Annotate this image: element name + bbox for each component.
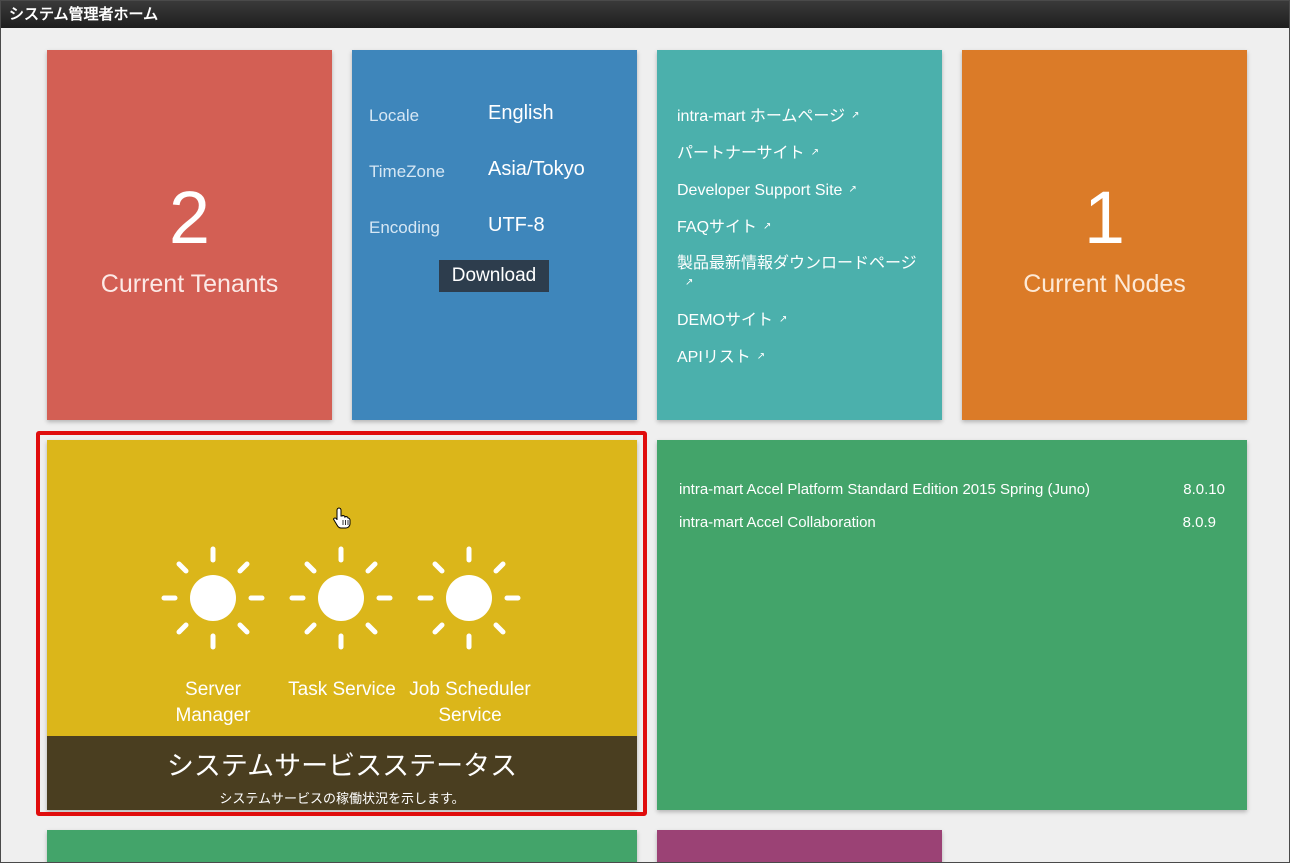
encoding-key: Encoding — [369, 218, 440, 237]
locale-key: Locale — [369, 106, 420, 125]
locale-row: Locale English — [369, 100, 629, 130]
current-nodes-tile[interactable]: 1 Current Nodes — [962, 50, 1247, 420]
hand-cursor-icon — [333, 507, 351, 529]
installed-products-tile: intra-mart Accel Platform Standard Editi… — [657, 440, 1247, 810]
window-title: システム管理者ホーム — [1, 1, 1289, 28]
timezone-key: TimeZone — [369, 162, 445, 181]
link-demo-site[interactable]: DEMOサイト ↗ — [677, 310, 932, 330]
bottom-green-tile[interactable] — [47, 830, 637, 862]
encoding-value: UTF-8 — [488, 214, 545, 236]
app-window: システム管理者ホーム 2 Current Tenants Locale Engl… — [0, 0, 1290, 863]
node-count: 1 — [1083, 176, 1126, 259]
timezone-row: TimeZone Asia/Tokyo — [369, 156, 629, 186]
external-link-icon: ↗ — [810, 147, 820, 158]
node-label: Current Nodes — [1023, 270, 1186, 298]
locale-tile: Locale English TimeZone Asia/Tokyo Encod… — [352, 50, 637, 420]
link-product-download-page[interactable]: 製品最新情報ダウンロードページ ↗ — [677, 254, 932, 293]
external-link-icon: ↗ — [848, 184, 857, 195]
external-link-icon: ↗ — [779, 314, 788, 325]
link-api-list[interactable]: APIリスト ↗ — [677, 347, 932, 367]
product-name: intra-mart Accel Platform Standard Editi… — [679, 481, 1091, 498]
external-link-icon: ↗ — [851, 110, 860, 121]
link-partner-site[interactable]: パートナーサイト ↗ — [677, 143, 932, 163]
product-version: 8.0.9 — [1182, 514, 1216, 531]
link-developer-support-site[interactable]: Developer Support Site ↗ — [677, 180, 932, 200]
encoding-row: Encoding UTF-8 — [369, 212, 629, 242]
external-link-icon: ↗ — [685, 277, 694, 288]
product-name: intra-mart Accel Collaboration — [679, 514, 876, 531]
links-tile: intra-mart ホームページ ↗ パートナーサイト ↗ Developer S… — [657, 50, 942, 420]
external-link-icon: ↗ — [763, 221, 772, 232]
product-version: 8.0.10 — [1183, 481, 1225, 498]
tenant-count: 2 — [168, 176, 211, 259]
external-link-icon: ↗ — [756, 351, 766, 362]
link-list: intra-mart ホームページ ↗ パートナーサイト ↗ Developer S… — [677, 106, 932, 384]
selection-highlight — [36, 431, 647, 816]
link-faq-site[interactable]: FAQサイト ↗ — [677, 217, 932, 237]
timezone-value: Asia/Tokyo — [488, 158, 585, 180]
tenant-label: Current Tenants — [100, 270, 279, 298]
download-button[interactable]: Download — [439, 260, 549, 292]
bottom-purple-tile[interactable] — [657, 830, 942, 862]
current-tenants-tile[interactable]: 2 Current Tenants — [47, 50, 332, 420]
locale-value: English — [488, 102, 554, 124]
link-intra-mart-homepage[interactable]: intra-mart ホームページ ↗ — [677, 106, 932, 126]
